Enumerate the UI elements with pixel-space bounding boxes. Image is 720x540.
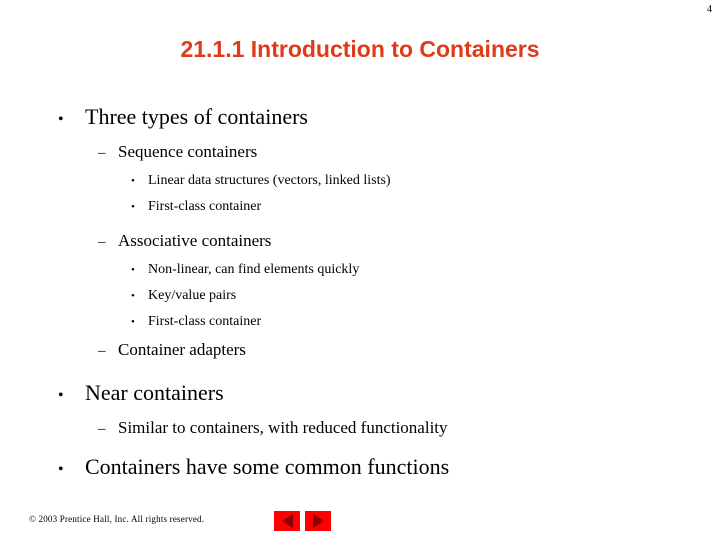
bullet-marker: – bbox=[98, 343, 106, 359]
list-item: – Similar to containers, with reduced fu… bbox=[0, 413, 720, 444]
list-item: – Container adapters bbox=[0, 335, 720, 366]
bullet-marker: • bbox=[131, 201, 135, 213]
list-item: – Sequence containers bbox=[0, 137, 720, 168]
list-item: • Linear data structures (vectors, linke… bbox=[0, 168, 720, 194]
bullet-list: • Three types of containers – Sequence c… bbox=[0, 100, 720, 487]
list-item-label: Similar to containers, with reduced func… bbox=[118, 418, 448, 437]
bullet-marker: – bbox=[98, 145, 106, 161]
next-slide-button[interactable] bbox=[305, 511, 331, 531]
list-item: – Associative containers bbox=[0, 226, 720, 257]
list-item: • Three types of containers bbox=[0, 100, 720, 137]
list-item: • First-class container bbox=[0, 194, 720, 220]
bullet-marker: • bbox=[58, 461, 64, 478]
list-item: • Near containers bbox=[0, 376, 720, 413]
list-item-label: Non-linear, can find elements quickly bbox=[148, 262, 360, 277]
bullet-marker: – bbox=[98, 234, 106, 250]
slide-footer: © 2003 Prentice Hall, Inc. All rights re… bbox=[0, 502, 720, 540]
list-item: • Containers have some common functions bbox=[0, 450, 720, 487]
bullet-marker: • bbox=[131, 316, 135, 328]
bullet-marker: • bbox=[58, 111, 64, 128]
list-item-label: Linear data structures (vectors, linked … bbox=[148, 173, 391, 188]
bullet-marker: – bbox=[98, 421, 106, 437]
bullet-marker: • bbox=[131, 264, 135, 276]
list-item-label: First-class container bbox=[148, 314, 262, 329]
list-item-label: Containers have some common functions bbox=[85, 454, 450, 479]
list-item: • Key/value pairs bbox=[0, 283, 720, 309]
bullet-marker: • bbox=[131, 290, 135, 302]
navigation-buttons bbox=[274, 511, 331, 531]
list-item-label: Key/value pairs bbox=[148, 288, 237, 303]
list-item-label: Three types of containers bbox=[85, 104, 308, 129]
page-number: 4 bbox=[707, 4, 712, 15]
triangle-right-icon bbox=[312, 514, 324, 528]
list-item: • Non-linear, can find elements quickly bbox=[0, 257, 720, 283]
previous-slide-button[interactable] bbox=[274, 511, 300, 531]
list-item-label: First-class container bbox=[148, 199, 262, 214]
list-item-label: Near containers bbox=[85, 380, 224, 405]
triangle-left-icon bbox=[281, 514, 293, 528]
presentation-slide: 4 21.1.1 Introduction to Containers • Th… bbox=[0, 0, 720, 540]
page-title: 21.1.1 Introduction to Containers bbox=[180, 36, 540, 62]
bullet-marker: • bbox=[58, 387, 64, 404]
list-item-label: Container adapters bbox=[118, 340, 246, 359]
list-item-label: Sequence containers bbox=[118, 142, 258, 161]
list-item-label: Associative containers bbox=[118, 231, 272, 250]
copyright-notice: © 2003 Prentice Hall, Inc. All rights re… bbox=[29, 514, 205, 524]
bullet-marker: • bbox=[131, 175, 135, 187]
list-item: • First-class container bbox=[0, 309, 720, 335]
